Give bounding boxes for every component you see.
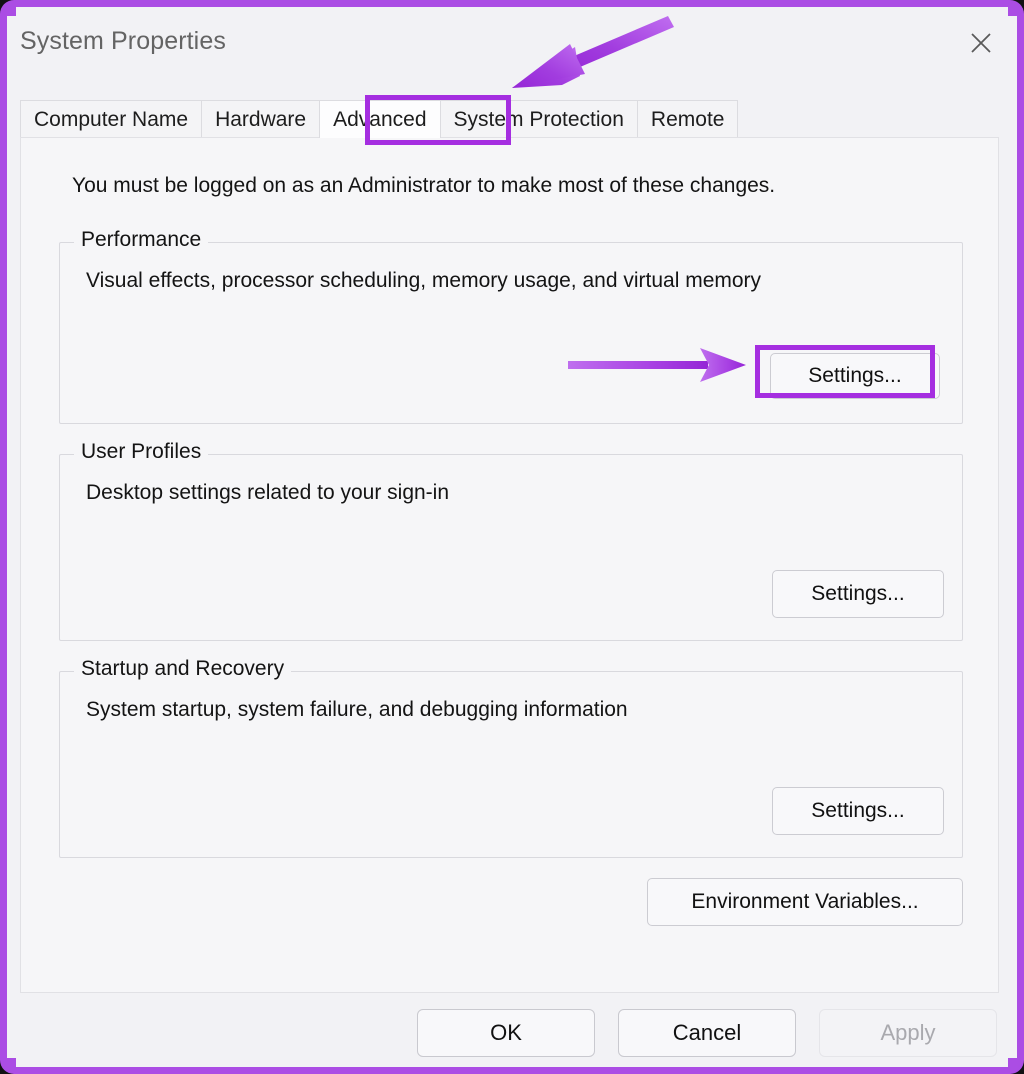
- performance-group-legend: Performance: [74, 228, 209, 252]
- tab-remote[interactable]: Remote: [636, 100, 739, 138]
- environment-variables-button[interactable]: Environment Variables...: [647, 878, 963, 926]
- close-button[interactable]: [959, 23, 1003, 63]
- advanced-tab-panel: You must be logged on as an Administrato…: [20, 137, 999, 993]
- frame-corner-bottom-right: [1008, 1058, 1024, 1074]
- startup-recovery-settings-button[interactable]: Settings...: [772, 787, 944, 835]
- tab-label: Remote: [650, 107, 725, 131]
- title-bar: System Properties: [7, 7, 1017, 89]
- startup-recovery-group-description: System startup, system failure, and debu…: [86, 698, 628, 721]
- button-label: Cancel: [672, 1020, 742, 1045]
- tab-computer-name[interactable]: Computer Name: [20, 100, 203, 138]
- frame-corner-top-right: [1008, 0, 1024, 16]
- tab-label: Advanced: [333, 107, 427, 131]
- performance-group-description: Visual effects, processor scheduling, me…: [86, 269, 762, 292]
- performance-group: Performance Visual effects, processor sc…: [59, 228, 963, 424]
- administrator-note: You must be logged on as an Administrato…: [72, 174, 776, 197]
- user-profiles-group-description: Desktop settings related to your sign-in: [86, 481, 450, 504]
- tab-label: Computer Name: [34, 107, 189, 131]
- frame-corner-top-left: [0, 0, 16, 16]
- tab-hardware[interactable]: Hardware: [201, 100, 321, 138]
- tab-label: System Protection: [453, 107, 624, 131]
- button-label: OK: [490, 1020, 522, 1045]
- tab-system-protection[interactable]: System Protection: [439, 100, 638, 138]
- screenshot-root: System Properties Computer Name Hardware…: [0, 0, 1024, 1074]
- tab-advanced[interactable]: Advanced: [319, 100, 441, 138]
- user-profiles-settings-button[interactable]: Settings...: [772, 570, 944, 618]
- frame-corner-bottom-left: [0, 1058, 16, 1074]
- apply-button[interactable]: Apply: [819, 1009, 997, 1057]
- startup-recovery-group-legend: Startup and Recovery: [74, 657, 292, 681]
- button-label: Settings...: [811, 799, 905, 822]
- user-profiles-group-legend: User Profiles: [74, 440, 209, 464]
- button-label: Settings...: [808, 364, 902, 387]
- button-label: Environment Variables...: [691, 890, 919, 913]
- user-profiles-group: User Profiles Desktop settings related t…: [59, 440, 963, 641]
- cancel-button[interactable]: Cancel: [618, 1009, 796, 1057]
- performance-settings-button[interactable]: Settings...: [770, 353, 940, 399]
- tab-strip: Computer Name Hardware Advanced System P…: [20, 99, 739, 138]
- ok-button[interactable]: OK: [417, 1009, 595, 1057]
- close-icon: [968, 30, 994, 56]
- button-label: Settings...: [811, 582, 905, 605]
- page-title: System Properties: [20, 27, 226, 55]
- system-properties-dialog: System Properties Computer Name Hardware…: [7, 7, 1017, 1067]
- button-label: Apply: [880, 1020, 936, 1045]
- tab-label: Hardware: [215, 107, 307, 131]
- startup-recovery-group: Startup and Recovery System startup, sys…: [59, 657, 963, 858]
